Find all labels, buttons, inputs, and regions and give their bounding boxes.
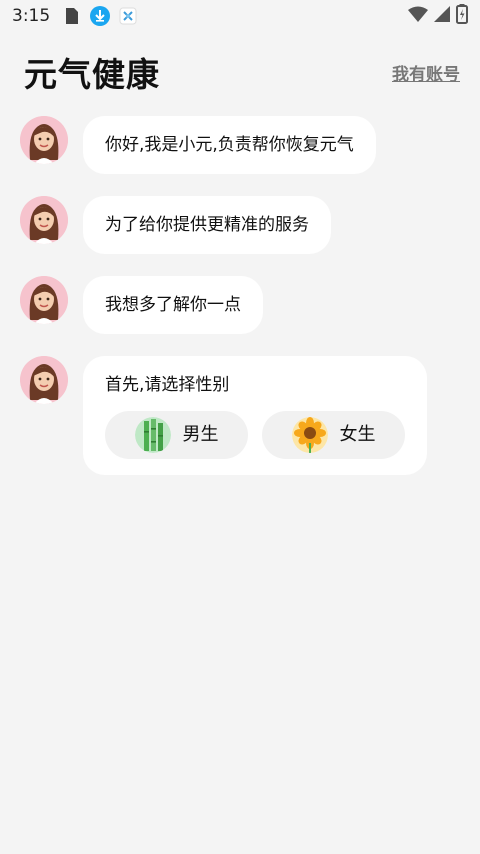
status-bar: 3:15 bbox=[0, 0, 480, 32]
wifi-icon bbox=[408, 6, 428, 26]
sim-card-icon bbox=[62, 6, 82, 26]
app-notification-icon bbox=[118, 6, 138, 26]
assistant-avatar bbox=[20, 196, 68, 244]
female-option-label: 女生 bbox=[339, 424, 376, 445]
battery-charging-icon bbox=[456, 4, 468, 28]
status-time: 3:15 bbox=[12, 6, 51, 26]
female-option-button[interactable]: 女生 bbox=[262, 411, 405, 459]
screen: 3:15 元气健康 我有账号 你好,我是小元,负责帮你恢复元气 为了给你提供更精… bbox=[0, 0, 480, 854]
assistant-avatar bbox=[20, 116, 68, 164]
male-option-button[interactable]: 男生 bbox=[105, 411, 248, 459]
chat-message: 我想多了解你一点 bbox=[20, 276, 460, 334]
gender-options: 男生 女生 bbox=[105, 411, 405, 459]
chat-message: 为了给你提供更精准的服务 bbox=[20, 196, 460, 254]
status-bar-right bbox=[408, 4, 468, 28]
chat-message: 首先,请选择性别 男生 女生 bbox=[20, 356, 460, 475]
cellular-signal-icon bbox=[434, 6, 450, 26]
page-title: 元气健康 bbox=[24, 55, 160, 94]
chat-message: 你好,我是小元,负责帮你恢复元气 bbox=[20, 116, 460, 174]
chat-bubble: 我想多了解你一点 bbox=[83, 276, 263, 334]
download-icon bbox=[90, 6, 111, 26]
assistant-avatar bbox=[20, 356, 68, 404]
male-option-label: 男生 bbox=[182, 424, 219, 445]
chat-bubble: 你好,我是小元,负责帮你恢复元气 bbox=[83, 116, 376, 174]
gender-question-bubble: 首先,请选择性别 男生 女生 bbox=[83, 356, 427, 475]
sunflower-icon bbox=[291, 417, 328, 453]
login-link[interactable]: 我有账号 bbox=[392, 60, 460, 85]
chat-list: 你好,我是小元,负责帮你恢复元气 为了给你提供更精准的服务 我想多了解你一点 首… bbox=[20, 116, 460, 497]
assistant-avatar bbox=[20, 276, 68, 324]
chat-bubble: 为了给你提供更精准的服务 bbox=[83, 196, 331, 254]
header: 元气健康 我有账号 bbox=[24, 52, 460, 94]
chat-bubble-text: 首先,请选择性别 bbox=[105, 375, 230, 395]
bamboo-icon bbox=[134, 417, 171, 453]
